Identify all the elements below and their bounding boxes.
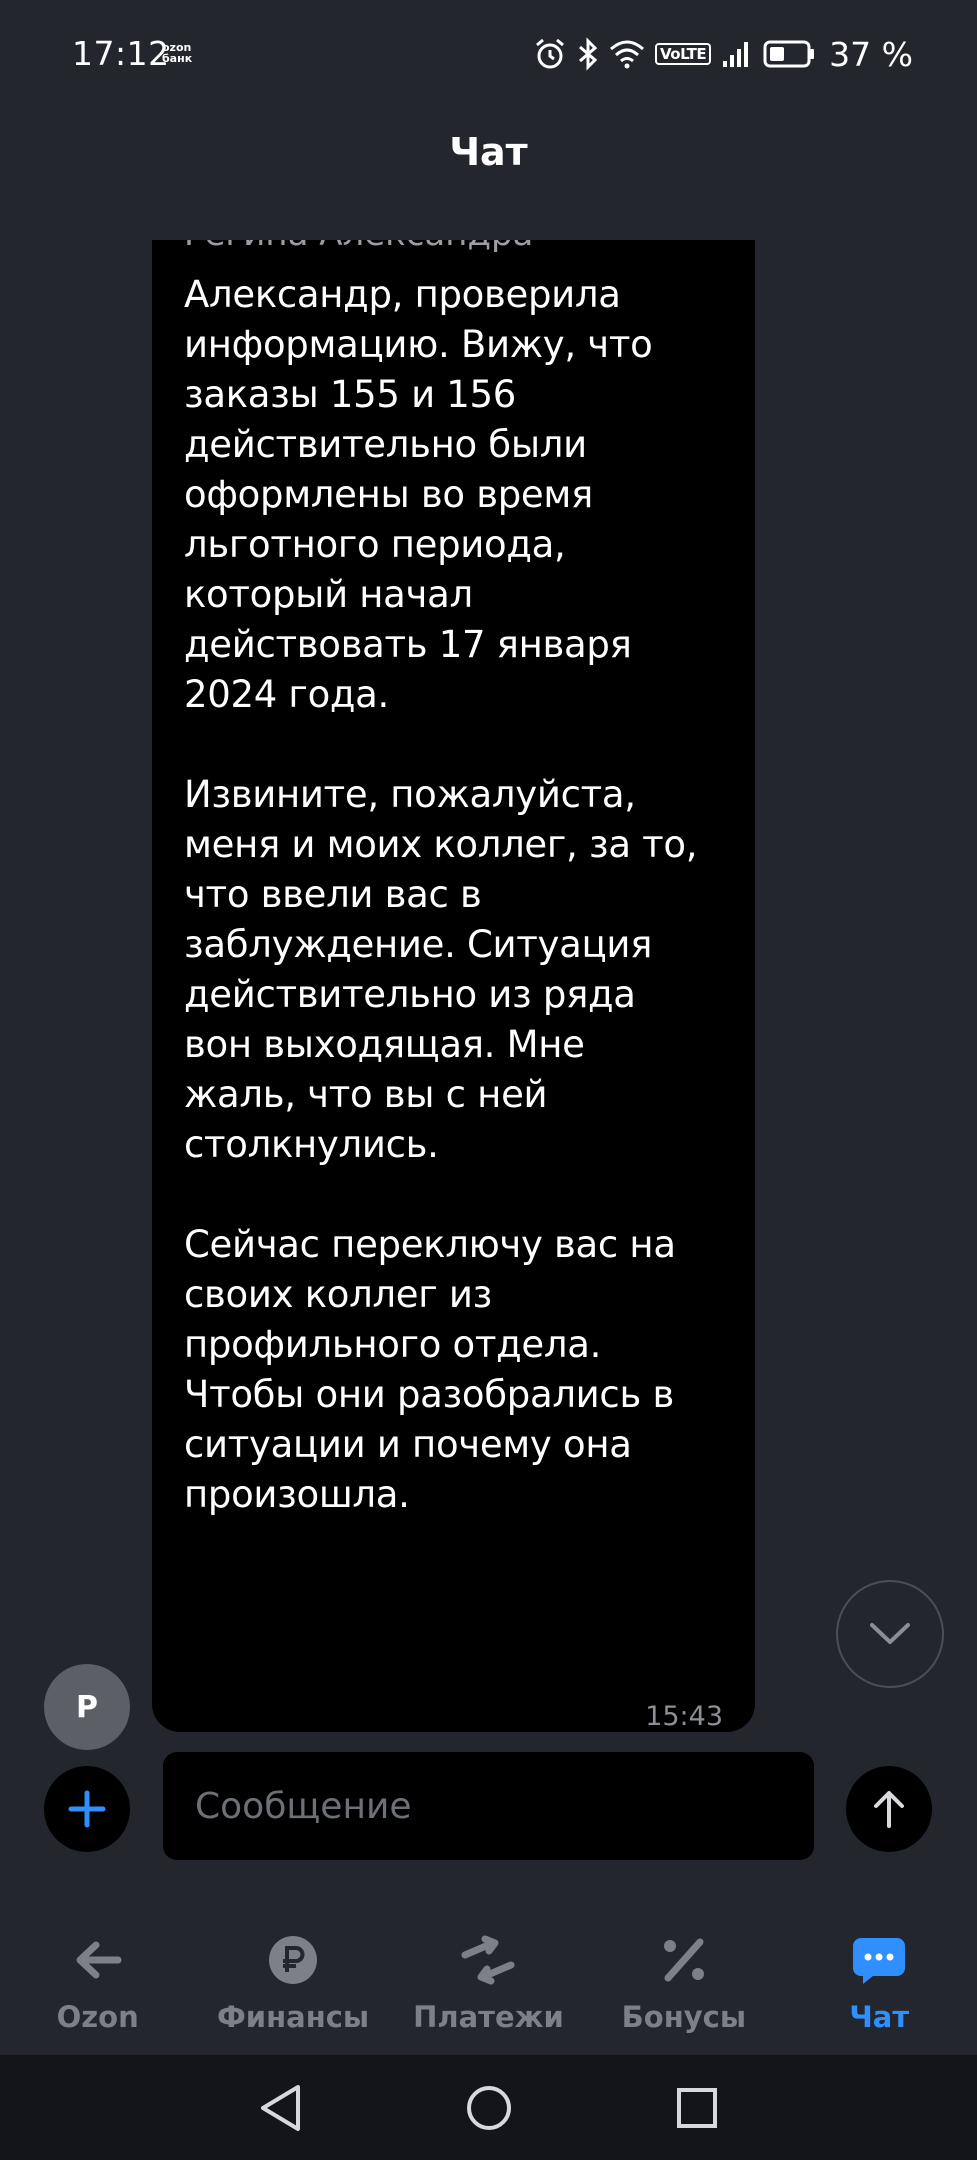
nav-label: Финансы	[217, 2000, 370, 2034]
nav-label: Платежи	[413, 2000, 564, 2034]
message-bubble[interactable]: Регина Александра Александр, проверила и…	[152, 240, 755, 1732]
plus-icon	[68, 1790, 106, 1828]
percent-icon	[660, 1928, 708, 1992]
avatar: Р	[44, 1664, 130, 1750]
message-text: Александр, проверила информацию. Вижу, ч…	[184, 270, 704, 1520]
status-bar: 17:12 ozon банк VoLTE 37 %	[0, 0, 977, 110]
app-header: Чат	[0, 130, 977, 174]
system-home-button[interactable]	[464, 2083, 514, 2133]
nav-item-payments[interactable]: Платежи	[391, 1920, 586, 2055]
transfer-arrows-icon	[459, 1928, 517, 1992]
nav-label: Бонусы	[621, 2000, 747, 2034]
message-composer	[0, 1752, 977, 1862]
nav-item-bonuses[interactable]: Бонусы	[586, 1920, 781, 2055]
system-back-button[interactable]	[255, 2083, 305, 2133]
triangle-back-icon	[261, 2085, 300, 2131]
bluetooth-icon	[577, 37, 599, 71]
nav-label: Чат	[849, 2000, 910, 2034]
message-paragraph: Извините, пожалуйста, меня и моих коллег…	[184, 773, 698, 1166]
signal-icon	[721, 39, 753, 69]
nav-item-ozon[interactable]: Ozon	[0, 1920, 195, 2055]
send-button[interactable]	[846, 1766, 932, 1852]
alarm-icon	[533, 37, 567, 71]
status-icons: VoLTE 37 %	[533, 34, 913, 74]
message-input[interactable]	[163, 1752, 814, 1860]
message-paragraph: Александр, проверила информацию. Вижу, ч…	[184, 273, 653, 716]
chevron-down-icon	[870, 1623, 910, 1644]
chat-bubble-icon	[851, 1928, 907, 1992]
page-title: Чат	[449, 130, 528, 174]
volte-icon: VoLTE	[655, 43, 712, 65]
battery-percent: 37 %	[829, 34, 913, 74]
nav-item-chat[interactable]: Чат	[782, 1920, 977, 2055]
system-recents-button[interactable]	[672, 2083, 722, 2133]
bottom-navigation: Ozon Финансы Платежи Бонусы Чат	[0, 1920, 977, 2055]
status-time: 17:12	[72, 34, 170, 73]
arrow-left-icon	[74, 1928, 122, 1992]
message-time: 15:43	[645, 1701, 723, 1732]
nav-label: Ozon	[56, 2000, 139, 2034]
ozon-bank-status-logo: ozon банк	[162, 42, 192, 64]
scroll-down-button[interactable]	[836, 1580, 944, 1688]
ruble-icon	[267, 1928, 319, 1992]
message-paragraph: Сейчас переключу вас на своих коллег из …	[184, 1223, 676, 1516]
add-attachment-button[interactable]	[44, 1766, 130, 1852]
nav-item-finance[interactable]: Финансы	[195, 1920, 390, 2055]
wifi-icon	[609, 39, 645, 69]
sender-name: Регина Александра	[184, 240, 533, 254]
screen: 17:12 ozon банк VoLTE 37 % Чат Александр…	[0, 0, 977, 2160]
system-navigation-bar	[0, 2055, 977, 2160]
ozon-bank-logo-line2: банк	[162, 52, 193, 65]
arrow-up-icon	[874, 1791, 904, 1828]
chat-messages[interactable]: Регина Александра Александр, проверила и…	[0, 240, 977, 1732]
battery-icon	[763, 39, 815, 69]
circle-home-icon	[467, 2086, 511, 2130]
square-recents-icon	[677, 2088, 717, 2128]
